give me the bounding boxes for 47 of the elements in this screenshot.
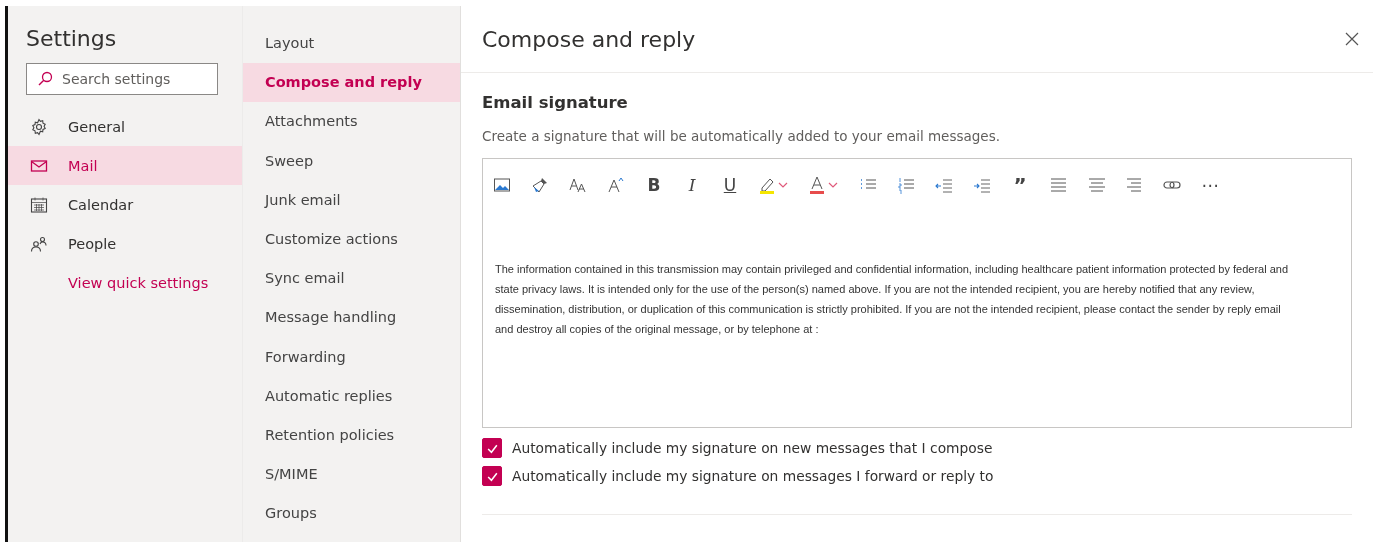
numbers-icon[interactable]	[897, 176, 915, 194]
nav-item[interactable]: Sync email	[243, 259, 460, 299]
nav-item[interactable]: Retention policies	[243, 415, 460, 456]
grow-icon[interactable]	[607, 176, 625, 194]
calendar-icon	[30, 195, 48, 214]
quote-button[interactable]: ”	[1011, 176, 1029, 194]
category-item[interactable]: Mail	[8, 146, 242, 185]
checkbox[interactable]	[482, 438, 502, 458]
checkbox[interactable]	[482, 466, 502, 486]
signature-editor[interactable]	[482, 158, 1352, 428]
section-title: Email signature	[482, 93, 629, 112]
category-item[interactable]: General	[8, 107, 242, 146]
close-icon[interactable]	[1345, 32, 1359, 46]
nav-item[interactable]: S/MIME	[243, 455, 460, 495]
nav-item[interactable]: Attachments	[243, 102, 460, 142]
signature-text: The information contained in this transmission may contain privileged and confidential information, including healthcare patient information protected by federal and state privacy laws. It is intended only for the use of the person(s) named above. If you are not the intended recipient, you are hereby notified that any review, dissemination, distribution, or duplication of this communication is strictly prohibited. If you are not the intended recipient, please contact the sender by reply email and destroy all copies of the original message, or by telephone at :	[495, 262, 1290, 337]
size-icon[interactable]	[569, 176, 587, 194]
alignright-icon[interactable]	[1125, 176, 1143, 194]
brush-icon[interactable]	[531, 176, 549, 194]
image-icon[interactable]	[493, 176, 511, 194]
checkbox-label: Automatically include my signature on new messages that I compose	[512, 440, 993, 456]
category-item[interactable]: Calendar	[8, 185, 242, 224]
nav-item[interactable]: Forwarding	[243, 337, 460, 377]
category-item[interactable]: People	[8, 224, 242, 263]
nav-item[interactable]: Groups	[243, 494, 460, 534]
more-button[interactable]: ⋯	[1201, 176, 1219, 194]
bold-button[interactable]: B	[645, 176, 663, 194]
gear-icon	[30, 117, 48, 136]
underline-button[interactable]: U	[721, 176, 739, 194]
search-field[interactable]: Search settings	[26, 63, 218, 95]
panel-title: Compose and reply	[482, 26, 696, 52]
section-description: Create a signature that will be automatically added to your email messages.	[482, 128, 1001, 144]
nav-item[interactable]: Compose and reply	[243, 63, 460, 103]
nav-item[interactable]: Message handling	[243, 298, 460, 338]
quick-settings-link[interactable]: View quick settings	[68, 275, 242, 291]
aligncenter-icon[interactable]	[1087, 176, 1105, 194]
alignleft-icon[interactable]	[1049, 176, 1067, 194]
settings-title: Settings	[26, 26, 118, 51]
nav-item[interactable]: Customize actions	[243, 219, 460, 260]
nav-item[interactable]: Sweep	[243, 141, 460, 181]
people-icon	[30, 234, 48, 253]
nav-item[interactable]: Layout	[243, 24, 460, 64]
checkbox-label: Automatically include my signature on messages I forward or reply to	[512, 468, 994, 484]
nav-item[interactable]: Junk email	[243, 180, 460, 220]
nav-item[interactable]: Automatic replies	[243, 376, 460, 416]
search-icon	[37, 71, 53, 87]
italic-button[interactable]: I	[683, 176, 701, 194]
